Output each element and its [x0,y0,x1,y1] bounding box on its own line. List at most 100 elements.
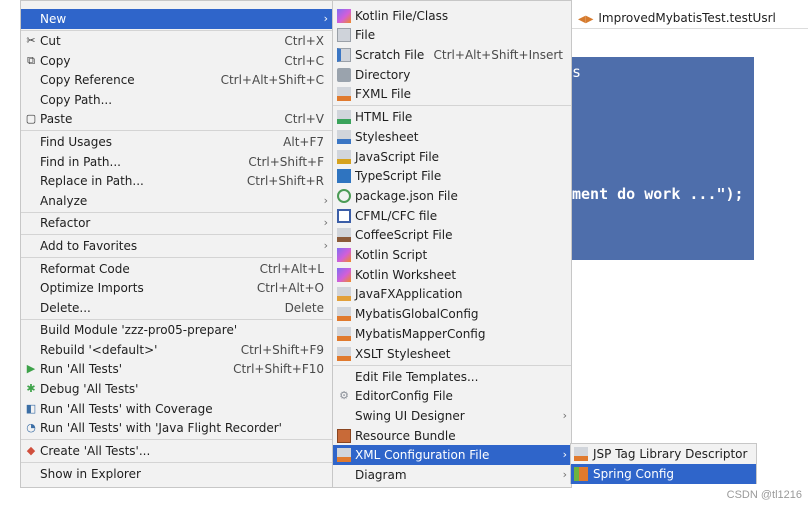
menu-item-create-all-tests[interactable]: ◆ Create 'All Tests'... [21,441,332,461]
menu-item-label: Build Module 'zzz-pro05-prepare' [40,323,238,337]
fxml-icon [337,87,351,101]
new-submenu: Kotlin File/Class File Scratch File Ctrl… [332,0,572,488]
new-item-kotlin-worksheet[interactable]: Kotlin Worksheet [333,265,571,285]
editor-tab[interactable]: ◀▶ ImprovedMybatisTest.testUsrl [572,8,808,29]
menu-item-label: New [40,12,67,26]
menu-item-label: Add to Favorites [40,239,138,253]
file-icon [337,28,351,42]
menu-item-label: CoffeeScript File [355,228,453,242]
menu-item-replace-in-path[interactable]: Replace in Path... Ctrl+Shift+R [21,171,332,191]
new-item-swing-ui-designer[interactable]: Swing UI Designer › [333,406,571,426]
menu-item-label: Edit File Templates... [355,370,479,384]
coffeescript-icon [337,228,351,242]
menu-separator [21,130,332,131]
new-item-coffeescript-file[interactable]: CoffeeScript File [333,225,571,245]
submenu-arrow-icon: › [323,216,328,229]
new-item-mybatis-global-config[interactable]: MybatisGlobalConfig [333,304,571,324]
menu-item-label: Optimize Imports [40,281,144,295]
new-item-scratch-file[interactable]: Scratch File Ctrl+Alt+Shift+Insert [333,45,571,65]
new-item-directory[interactable]: Directory [333,65,571,85]
menu-item-label: Show in Explorer [40,467,141,481]
menu-item-rebuild[interactable]: Rebuild '<default>' Ctrl+Shift+F9 [21,340,332,360]
menu-item-run-all-tests[interactable]: ▶ Run 'All Tests' Ctrl+Shift+F10 [21,359,332,379]
paste-icon: ▢ [25,112,37,125]
new-item-html-file[interactable]: HTML File [333,107,571,127]
menu-item-refactor[interactable]: Refactor › [21,213,332,233]
menu-item-shortcut: Ctrl+Shift+R [246,174,324,188]
new-item-package-json[interactable]: package.json File [333,186,571,206]
new-item-cfml-file[interactable]: CFML/CFC file [333,206,571,226]
cfml-icon [337,209,351,223]
menu-item-label: Run 'All Tests' with Coverage [40,402,213,416]
menu-item-reformat-code[interactable]: Reformat Code Ctrl+Alt+L [21,259,332,279]
menu-item-shortcut: Ctrl+Alt+Shift+C [220,73,324,87]
new-item-diagram[interactable]: Diagram › [333,465,571,485]
new-item-editorconfig-file[interactable]: ⚙ EditorConfig File [333,386,571,406]
xslt-icon [337,347,351,361]
menu-item-label: Run 'All Tests' [40,362,122,376]
submenu-arrow-icon: › [323,194,328,207]
new-item-javascript-file[interactable]: JavaScript File [333,147,571,167]
xml-item-spring-config[interactable]: Spring Config [571,464,756,484]
menu-item-new[interactable]: New › [21,9,332,29]
menu-item-delete[interactable]: Delete... Delete [21,298,332,318]
mybatis-mapper-config-icon [337,327,351,341]
new-item-stylesheet[interactable]: Stylesheet [333,127,571,147]
resource-bundle-icon [337,429,351,443]
menu-item-run-with-jfr[interactable]: ◔ Run 'All Tests' with 'Java Flight Reco… [21,418,332,438]
menu-item-find-in-path[interactable]: Find in Path... Ctrl+Shift+F [21,152,332,172]
new-item-file[interactable]: File [333,25,571,45]
menu-item-analyze[interactable]: Analyze › [21,191,332,211]
jsp-tld-icon [574,447,588,461]
editor-tab-title: ImprovedMybatisTest.testUsrl [598,11,776,25]
menu-item-paste[interactable]: ▢ Paste Ctrl+V [21,109,332,129]
menu-item-run-with-coverage[interactable]: ◧ Run 'All Tests' with Coverage [21,399,332,419]
menu-item-label: Find Usages [40,135,113,149]
menu-item-copy-reference[interactable]: Copy Reference Ctrl+Alt+Shift+C [21,70,332,90]
menu-separator [21,257,332,258]
new-item-xml-configuration-file[interactable]: XML Configuration File › [333,445,571,465]
menu-item-find-usages[interactable]: Find Usages Alt+F7 [21,132,332,152]
menu-item-shortcut: Ctrl+C [284,54,324,68]
new-item-kotlin-script[interactable]: Kotlin Script [333,245,571,265]
menu-separator [21,234,332,235]
menu-item-shortcut: Ctrl+Alt+L [259,262,324,276]
run-icon: ▶ [26,362,36,375]
xml-item-jsp-tag-library[interactable]: JSP Tag Library Descriptor [571,444,756,464]
menu-item-add-to-favorites[interactable]: Add to Favorites › [21,236,332,256]
new-item-mybatis-mapper-config[interactable]: MybatisMapperConfig [333,324,571,344]
menu-item-label: Refactor [40,216,91,230]
new-item-resource-bundle[interactable]: Resource Bundle [333,426,571,446]
menu-item-label: Copy Path... [40,93,113,107]
menu-item-copy-path[interactable]: Copy Path... [21,90,332,110]
menu-item-label: Resource Bundle [355,429,456,443]
new-item-xslt-stylesheet[interactable]: XSLT Stylesheet [333,344,571,364]
code-editor[interactable]: s ment do work ..."); [572,57,754,260]
menu-item-label: Cut [40,34,61,48]
project-context-menu: New › ✂ Cut Ctrl+X ⧉ Copy Ctrl+C Copy Re… [20,0,333,488]
new-item-kotlin-file-class[interactable]: Kotlin File/Class [333,6,571,26]
new-item-fxml-file[interactable]: FXML File [333,84,571,104]
menu-item-optimize-imports[interactable]: Optimize Imports Ctrl+Alt+O [21,278,332,298]
menu-item-show-in-explorer[interactable]: Show in Explorer [21,464,332,484]
mybatis-global-config-icon [337,307,351,321]
menu-item-shortcut: Ctrl+Shift+F9 [240,343,324,357]
new-item-edit-file-templates[interactable]: Edit File Templates... [333,367,571,387]
menu-item-copy[interactable]: ⧉ Copy Ctrl+C [21,51,332,71]
menu-item-shortcut: Ctrl+X [284,34,324,48]
new-item-javafx-application[interactable]: JavaFXApplication [333,284,571,304]
menu-item-build-module[interactable]: Build Module 'zzz-pro05-prepare' [21,320,332,340]
submenu-arrow-icon: › [562,448,567,461]
menu-item-shortcut: Ctrl+Shift+F [248,155,324,169]
menu-item-label: CFML/CFC file [355,209,438,223]
menu-item-label: JavaScript File [355,150,440,164]
menu-item-debug-all-tests[interactable]: ✱ Debug 'All Tests' [21,379,332,399]
menu-item-shortcut: Delete [284,301,324,315]
tab-scroll-left-icon[interactable]: ◀▶ [578,14,593,25]
menu-item-label: EditorConfig File [355,389,453,403]
menu-item-label: Copy [40,54,71,68]
css-icon [337,130,351,144]
menu-item-cut[interactable]: ✂ Cut Ctrl+X [21,31,332,51]
new-item-typescript-file[interactable]: TypeScript File [333,166,571,186]
code-line: ment do work ..."); [572,185,744,203]
